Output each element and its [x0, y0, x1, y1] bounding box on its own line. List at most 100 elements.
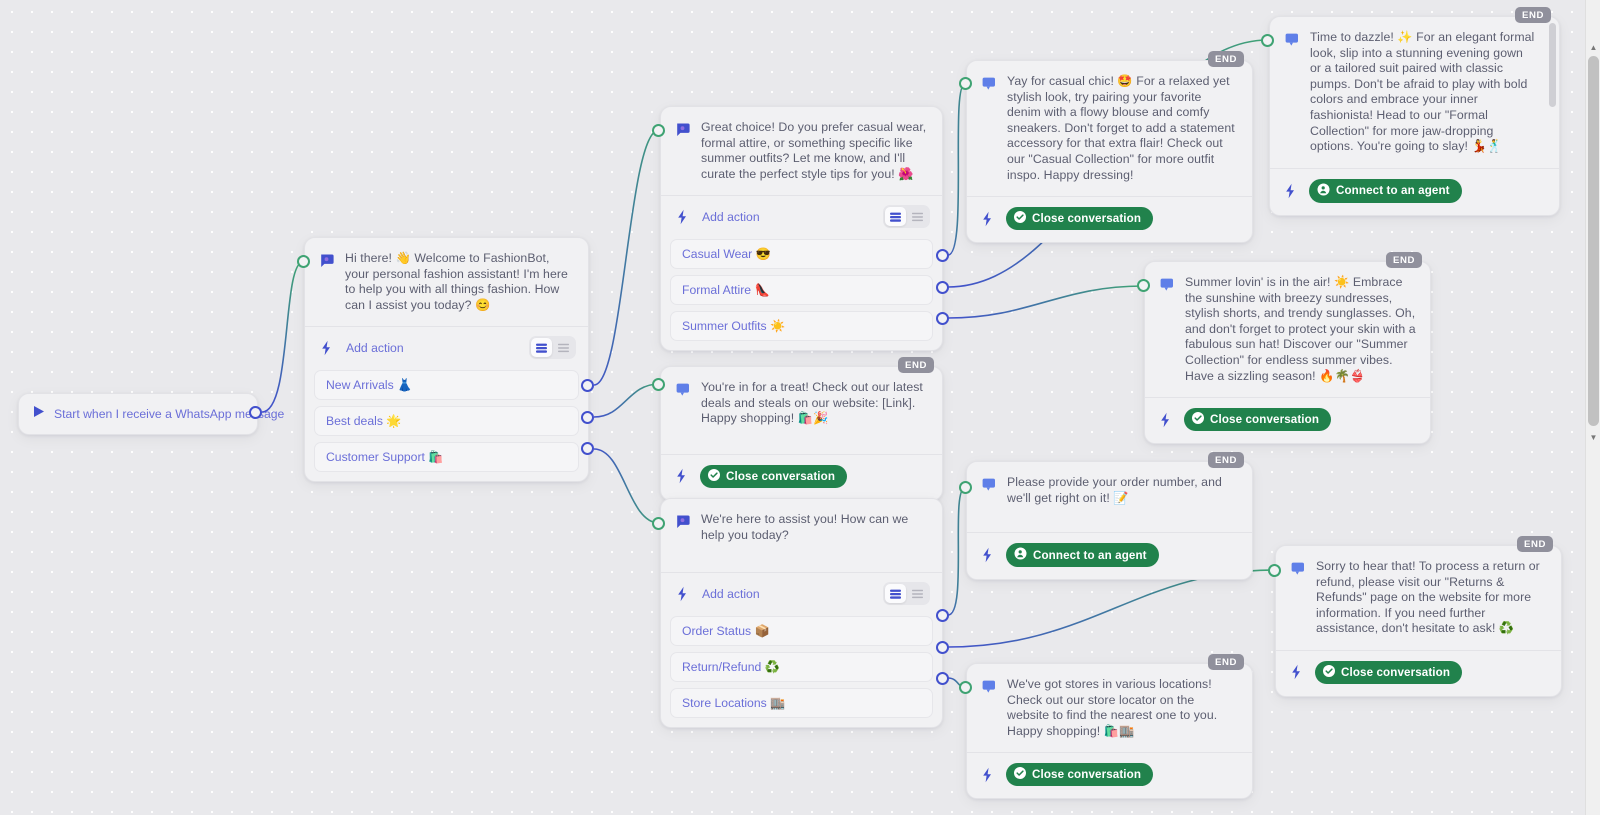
node-order-status[interactable]: END Please provide your order number, an… — [966, 452, 1253, 581]
close-conversation-button[interactable]: Close conversation — [1006, 207, 1154, 231]
node-support-output-port-1[interactable] — [936, 609, 949, 622]
page-scrollbar[interactable]: ▲ ▼ — [1585, 0, 1600, 815]
view-toggle-buttons-icon[interactable] — [885, 207, 906, 227]
close-conversation-button[interactable]: Close conversation — [1184, 408, 1332, 432]
node-stores-input-port[interactable] — [959, 681, 972, 694]
node-support-output-port-2[interactable] — [936, 641, 949, 654]
bolt-icon — [674, 468, 689, 484]
add-action-row[interactable]: Add action — [661, 196, 942, 237]
node-style-choice-output-port-2[interactable] — [936, 281, 949, 294]
node-returns[interactable]: END Sorry to hear that! To process a ret… — [1275, 536, 1562, 697]
message-row: Summer lovin' is in the air! ☀️ Embrace … — [1145, 262, 1430, 397]
option-item[interactable]: Summer Outfits ☀️ — [670, 311, 933, 342]
close-conversation-button[interactable]: Close conversation — [1006, 763, 1154, 787]
bolt-icon — [1283, 183, 1298, 199]
connect-to-agent-button[interactable]: Connect to an agent — [1006, 543, 1159, 568]
agent-icon — [1317, 183, 1330, 199]
close-conversation-button[interactable]: Close conversation — [700, 464, 848, 488]
check-circle-icon — [1014, 211, 1026, 226]
close-conversation-label: Close conversation — [1032, 212, 1142, 226]
action-pill-row: Close conversation — [967, 197, 1252, 242]
start-node-output-port[interactable] — [249, 406, 262, 419]
node-support-output-port-3[interactable] — [936, 672, 949, 685]
end-badge: END — [1515, 7, 1551, 23]
view-toggle-group[interactable] — [883, 205, 930, 229]
message-text: We've got stores in various locations! C… — [1007, 677, 1218, 738]
message-row: Sorry to hear that! To process a return … — [1276, 546, 1561, 650]
option-list: Order Status 📦 Return/Refund ♻️ Store Lo… — [661, 614, 942, 727]
node-welcome-input-port[interactable] — [297, 255, 310, 268]
flow-canvas[interactable]: Start when I receive a WhatsApp message … — [0, 0, 1600, 815]
option-list: Casual Wear 😎 Formal Attire 👠 Summer Out… — [661, 237, 942, 350]
message-text: We're here to assist you! How can we hel… — [701, 512, 909, 542]
chat-bubble-icon — [980, 476, 997, 498]
view-toggle-group[interactable] — [529, 336, 576, 360]
node-style-choice[interactable]: Great choice! Do you prefer casual wear,… — [660, 106, 943, 352]
add-action-row[interactable]: Add action — [305, 327, 588, 368]
view-toggle-list-icon[interactable] — [907, 584, 928, 603]
node-formal[interactable]: END Time to dazzle! ✨ For an elegant for… — [1269, 7, 1560, 216]
option-item[interactable]: Formal Attire 👠 — [670, 275, 933, 306]
option-item[interactable]: Return/Refund ♻️ — [670, 652, 933, 683]
option-item[interactable]: Casual Wear 😎 — [670, 239, 933, 270]
node-scrollbar[interactable] — [1549, 23, 1556, 171]
node-style-choice-output-port-1[interactable] — [936, 249, 949, 262]
message-row: Yay for casual chic! 🤩 For a relaxed yet… — [967, 61, 1252, 196]
end-badge: END — [1386, 252, 1422, 268]
chat-bubble-icon — [674, 381, 691, 403]
option-item[interactable]: Store Locations 🏬 — [670, 688, 933, 719]
add-action-label: Add action — [346, 340, 404, 355]
node-style-choice-input-port[interactable] — [652, 124, 665, 137]
add-action-label: Add action — [702, 209, 760, 224]
node-support[interactable]: We're here to assist you! How can we hel… — [660, 498, 943, 729]
option-item[interactable]: New Arrivals 👗 — [314, 370, 579, 401]
node-stores[interactable]: END We've got stores in various location… — [966, 654, 1253, 800]
node-welcome[interactable]: Hi there! 👋 Welcome to FashionBot, your … — [304, 237, 589, 483]
check-circle-icon — [1014, 767, 1026, 782]
chat-bubble-icon — [674, 513, 691, 535]
node-formal-input-port[interactable] — [1261, 34, 1274, 47]
close-conversation-button[interactable]: Close conversation — [1315, 660, 1463, 684]
option-item[interactable]: Order Status 📦 — [670, 616, 933, 647]
node-welcome-output-port-2[interactable] — [581, 411, 594, 424]
option-item[interactable]: Customer Support 🛍️ — [314, 442, 579, 473]
connect-to-agent-button[interactable]: Connect to an agent — [1309, 178, 1462, 203]
agent-icon — [1014, 547, 1027, 563]
action-pill-row: Close conversation — [1145, 398, 1430, 443]
node-deals[interactable]: END You're in for a treat! Check out our… — [660, 357, 943, 501]
scroll-up-arrow[interactable]: ▲ — [1586, 40, 1600, 55]
node-welcome-output-port-1[interactable] — [581, 379, 594, 392]
scroll-down-arrow[interactable]: ▼ — [1586, 430, 1600, 445]
page-scrollbar-thumb[interactable] — [1588, 56, 1599, 426]
message-row: You're in for a treat! Check out our lat… — [661, 367, 942, 440]
node-casual[interactable]: END Yay for casual chic! 🤩 For a relaxed… — [966, 51, 1253, 244]
action-pill-row: Connect to an agent — [1270, 169, 1559, 215]
add-action-row[interactable]: Add action — [661, 573, 942, 614]
view-toggle-group[interactable] — [883, 582, 930, 606]
option-item[interactable]: Best deals 🌟 — [314, 406, 579, 437]
view-toggle-buttons-icon[interactable] — [885, 584, 906, 604]
view-toggle-list-icon[interactable] — [907, 207, 928, 226]
bolt-icon — [675, 209, 690, 225]
view-toggle-buttons-icon[interactable] — [531, 338, 552, 358]
chat-bubble-icon — [674, 121, 691, 143]
node-summer-input-port[interactable] — [1137, 279, 1150, 292]
node-casual-input-port[interactable] — [959, 77, 972, 90]
message-text: Summer lovin' is in the air! ☀️ Embrace … — [1185, 275, 1416, 383]
end-badge: END — [1208, 654, 1244, 670]
node-support-input-port[interactable] — [652, 517, 665, 530]
message-text: You're in for a treat! Check out our lat… — [701, 380, 923, 426]
node-scrollbar-thumb[interactable] — [1549, 23, 1556, 107]
view-toggle-list-icon[interactable] — [553, 338, 574, 357]
action-pill-row: Connect to an agent — [967, 533, 1252, 579]
node-order-status-input-port[interactable] — [959, 481, 972, 494]
node-summer[interactable]: END Summer lovin' is in the air! ☀️ Embr… — [1144, 252, 1431, 445]
node-deals-input-port[interactable] — [652, 378, 665, 391]
close-conversation-label: Close conversation — [726, 469, 836, 483]
node-returns-input-port[interactable] — [1268, 564, 1281, 577]
node-style-choice-output-port-3[interactable] — [936, 312, 949, 325]
message-text: Great choice! Do you prefer casual wear,… — [701, 120, 927, 181]
node-welcome-output-port-3[interactable] — [581, 442, 594, 455]
bolt-icon — [319, 340, 334, 356]
start-node[interactable]: Start when I receive a WhatsApp message — [18, 393, 284, 435]
